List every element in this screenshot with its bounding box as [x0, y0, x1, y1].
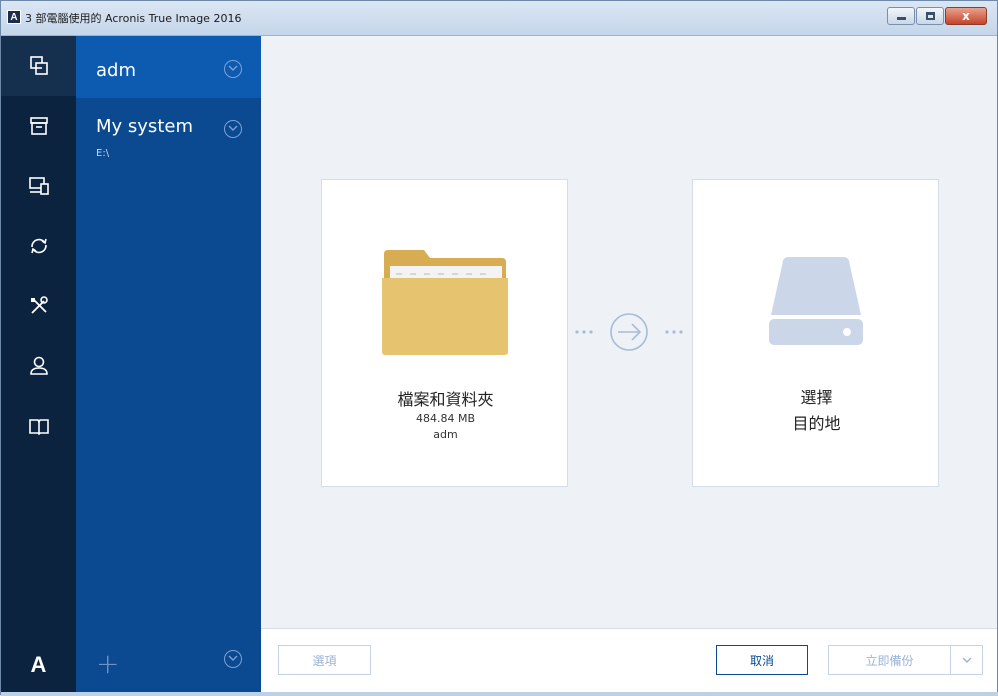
source-subtitle: E:\ [96, 148, 110, 159]
rail-item-sync[interactable] [1, 216, 76, 276]
rail-item-account[interactable] [1, 336, 76, 396]
source-owner: adm [433, 428, 458, 441]
add-source-button[interactable]: + [96, 650, 119, 678]
rail-item-help[interactable] [1, 396, 76, 456]
destination-line-2: 目的地 [792, 414, 841, 433]
minimize-icon [897, 17, 906, 20]
archive-icon [29, 117, 48, 135]
source-list-footer: + [76, 628, 261, 694]
backup-source-list: adm My system E:\ + [76, 36, 261, 694]
backup-icon [29, 56, 48, 75]
source-size: 484.84 MB [415, 412, 476, 425]
close-button[interactable]: x [945, 7, 987, 25]
chevron-down-icon[interactable] [224, 60, 242, 78]
rail-item-archive[interactable] [1, 96, 76, 156]
rail-item-devices[interactable] [1, 156, 76, 216]
maximize-icon [926, 12, 935, 20]
window-bottom-border [1, 692, 998, 696]
arrow-connector-icon [575, 313, 683, 351]
options-button[interactable]: 選項 [278, 645, 371, 675]
source-title: My system [96, 116, 193, 137]
rail-item-backup[interactable] [1, 36, 76, 96]
backup-now-button[interactable]: 立即備份 [828, 645, 951, 675]
drive-icon [769, 257, 863, 345]
folder-icon [382, 250, 508, 355]
window-title: 3 部電腦使用的 Acronis True Image 2016 [25, 12, 242, 25]
cancel-button[interactable]: 取消 [716, 645, 808, 675]
action-bar: 選項 取消 立即備份 [261, 628, 997, 694]
window-controls: x [886, 7, 987, 25]
app-window: A 3 部電腦使用的 Acronis True Image 2016 x A a… [0, 0, 998, 696]
acronis-logo: A [30, 652, 47, 677]
source-item-adm[interactable]: adm [76, 36, 261, 98]
tools-icon [30, 296, 48, 314]
source-card-title: 檔案和資料夾 [397, 390, 494, 409]
destination-card[interactable]: 選擇 目的地 [692, 179, 939, 487]
destination-line-1: 選擇 [800, 388, 833, 407]
app-icon: A [7, 10, 21, 24]
devices-icon [28, 177, 49, 195]
title-bar: A 3 部電腦使用的 Acronis True Image 2016 x [1, 1, 997, 36]
sync-icon [30, 238, 47, 254]
help-book-icon [28, 419, 49, 436]
source-card[interactable]: 檔案和資料夾 484.84 MB adm [321, 179, 568, 487]
nav-rail: A [1, 36, 76, 694]
minimize-button[interactable] [887, 7, 915, 25]
source-item-my-system[interactable]: My system E:\ [76, 98, 261, 168]
source-title: adm [96, 60, 136, 81]
maximize-button[interactable] [916, 7, 944, 25]
chevron-down-icon[interactable] [224, 650, 242, 668]
backup-now-dropdown[interactable] [951, 645, 983, 675]
close-icon: x [962, 9, 970, 23]
rail-item-tools[interactable] [1, 276, 76, 336]
chevron-down-icon[interactable] [224, 120, 242, 138]
account-icon [29, 356, 48, 375]
main-panel: 檔案和資料夾 484.84 MB adm 選擇 目的地 [261, 36, 997, 628]
chevron-down-icon [962, 657, 971, 663]
